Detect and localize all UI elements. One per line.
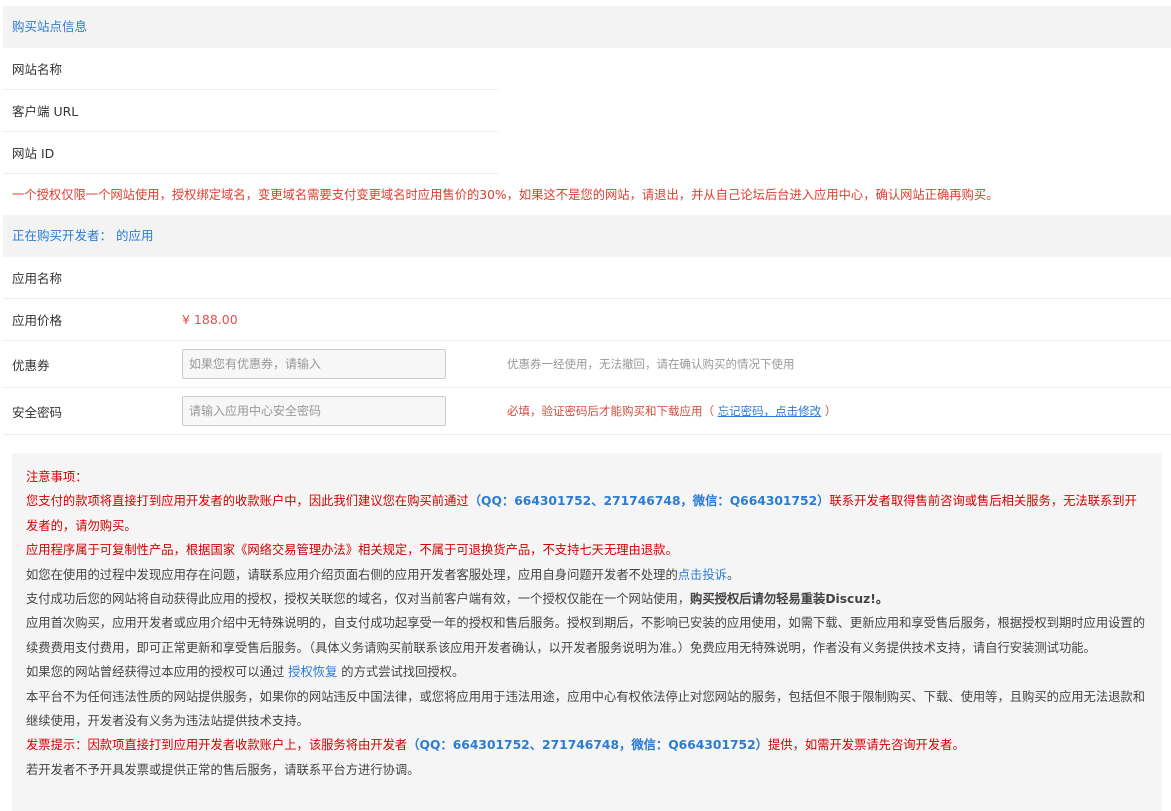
license-restore-link[interactable]: 授权恢复 — [288, 665, 337, 679]
site-id-label: 网站 ID — [12, 146, 55, 161]
app-price-label: 应用价格 — [12, 313, 63, 328]
notice-payment-text-a: 您支付的款项将直接打到应用开发者的收款账户中，因此我们建议您在购买前通过 — [26, 494, 469, 509]
app-name-row: 应用名称 — [3, 257, 1171, 299]
app-info-title: 正在购买开发者： 的应用 — [12, 228, 154, 243]
notice-restore-text-b: 的方式尝试找回授权。 — [341, 665, 465, 680]
developer-contact: （QQ：664301752、271746748，微信：Q664301752） — [468, 494, 830, 509]
coupon-input[interactable] — [182, 349, 446, 379]
notice-box: 注意事项： 您支付的款项将直接打到应用开发者的收款账户中，因此我们建议您在购买前… — [12, 453, 1162, 811]
app-price-row: 应用价格 ¥ 188.00 — [3, 299, 1171, 341]
password-hint: 必填，验证密码后才能购买和下载应用（ 忘记密码，点击修改 ） — [507, 403, 836, 419]
notice-invoice-text-a: 发票提示：因款项直接打到应用开发者收款账户上，该服务将由开发者 — [26, 738, 408, 753]
license-warning: 一个授权仅限一个网站使用，授权绑定域名，变更域名需要支付变更域名时应用售价的30… — [12, 188, 999, 202]
client-url-row: 客户端 URL — [3, 90, 499, 132]
notice-legal: 本平台不为任何违法性质的网站提供服务，如果你的网站违反中国法律，或您将应用用于违… — [26, 689, 1146, 729]
site-name-label: 网站名称 — [12, 62, 63, 77]
invoice-contact: （QQ：664301752、271746748，微信：Q664301752） — [407, 738, 768, 753]
app-info-header: 正在购买开发者： 的应用 — [3, 215, 1171, 257]
notice-complaint-text-a: 如您在使用的过程中发现应用存在问题，请联系应用介绍页面右侧的应用开发者客服处理，… — [26, 567, 678, 582]
notice-restore: 如果您的网站曾经获得过本应用的授权可以通过 授权恢复 的方式尝试找回授权。 — [26, 660, 1148, 684]
password-hint-suffix: ） — [824, 404, 837, 418]
coupon-row: 优惠券 优惠券一经使用，无法撤回，请在确认购买的情况下使用 — [3, 341, 1171, 388]
site-id-row: 网站 ID — [3, 132, 499, 174]
password-row: 安全密码 必填，验证密码后才能购买和下载应用（ 忘记密码，点击修改 ） — [3, 388, 1171, 435]
notice-heading: 注意事项： — [26, 470, 88, 484]
complaint-link[interactable]: 点击投诉 — [678, 568, 727, 582]
notice-license: 支付成功后您的网站将自动获得此应用的授权，授权关联您的域名，仅对当前客户端有效，… — [26, 587, 1148, 611]
notice-first-purchase: 应用首次购买，应用开发者或应用介绍中无特殊说明的，自支付成功起享受一年的授权和售… — [26, 616, 1146, 655]
notice-invoice-text-b: 提供，如需开发票请先咨询开发者。 — [767, 738, 965, 753]
forgot-password-link[interactable]: 忘记密码，点击修改 — [718, 404, 822, 418]
notice-reinstall-warning: 购买授权后请勿轻易重装Discuz!。 — [690, 592, 889, 607]
password-hint-prefix: 必填，验证密码后才能购买和下载应用（ — [507, 404, 714, 418]
site-info-header: 购买站点信息 — [3, 6, 1171, 48]
notice-complaint-text-b: 。 — [726, 567, 740, 582]
app-price-value: ¥ 188.00 — [182, 312, 238, 327]
notice-refund: 应用程序属于可复制性产品，根据国家《网络交易管理办法》相关规定，不属于可退换货产… — [26, 543, 678, 558]
site-name-row: 网站名称 — [3, 48, 499, 90]
notice-platform: 若开发者不予开具发票或提供正常的售后服务，请联系平台方进行协调。 — [26, 762, 420, 777]
notice-payment: 您支付的款项将直接打到应用开发者的收款账户中，因此我们建议您在购买前通过（QQ：… — [26, 489, 1148, 538]
client-url-label: 客户端 URL — [12, 104, 79, 119]
coupon-label: 优惠券 — [12, 357, 50, 373]
notice-invoice: 发票提示：因款项直接打到应用开发者收款账户上，该服务将由开发者（QQ：66430… — [26, 733, 1148, 757]
notice-complaint: 如您在使用的过程中发现应用存在问题，请联系应用介绍页面右侧的应用开发者客服处理，… — [26, 563, 1148, 587]
coupon-hint: 优惠券一经使用，无法撤回，请在确认购买的情况下使用 — [507, 357, 795, 371]
security-password-input[interactable] — [182, 396, 446, 426]
purchase-page: 购买站点信息 网站名称 客户端 URL 网站 ID 一个授权仅限一个网站使用，授… — [0, 0, 1171, 811]
notice-restore-text-a: 如果您的网站曾经获得过本应用的授权可以通过 — [26, 665, 285, 680]
site-info-title: 购买站点信息 — [12, 19, 88, 34]
password-label: 安全密码 — [12, 404, 63, 420]
app-name-label: 应用名称 — [12, 271, 63, 286]
notice-license-text: 支付成功后您的网站将自动获得此应用的授权，授权关联您的域名，仅对当前客户端有效，… — [26, 592, 691, 607]
